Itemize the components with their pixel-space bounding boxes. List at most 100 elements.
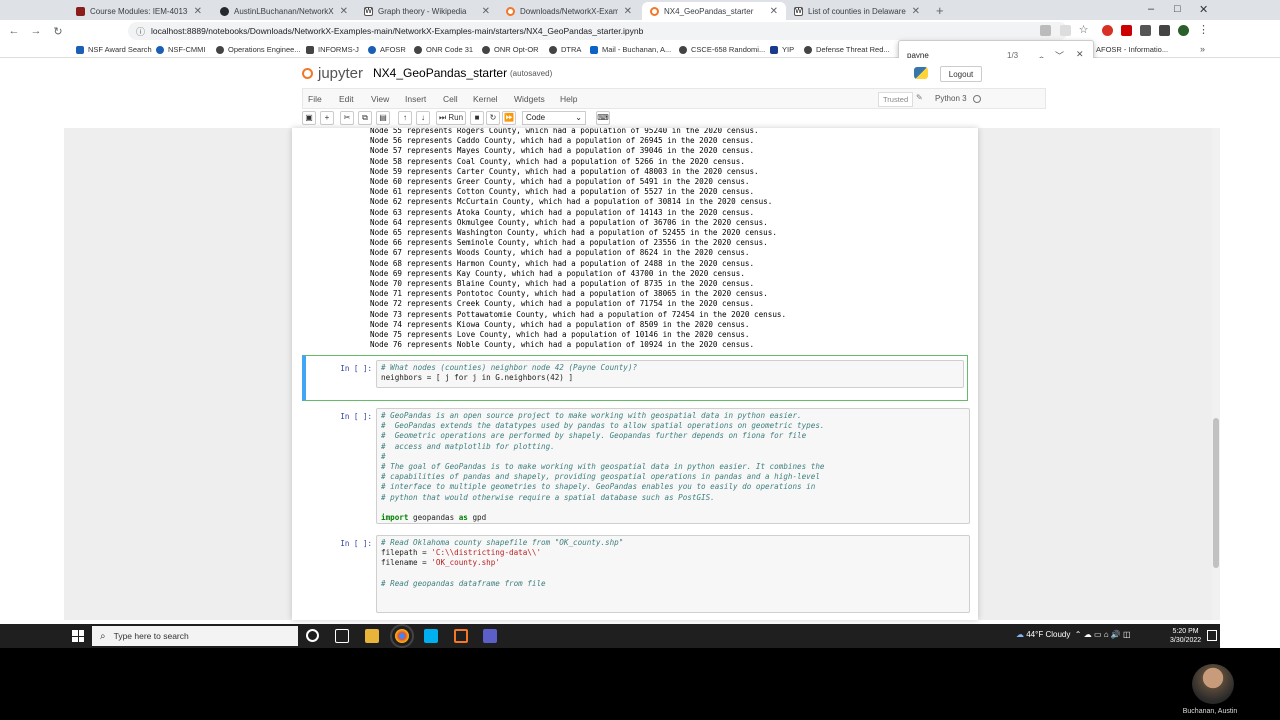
menu-kernel[interactable]: Kernel (473, 94, 498, 104)
cortana-icon[interactable] (306, 629, 319, 642)
more-bookmarks-icon[interactable]: » (1200, 44, 1205, 54)
teams-icon[interactable] (483, 629, 497, 643)
keyboard-icon[interactable]: ⌨ (596, 111, 610, 125)
forward-arrow-icon[interactable]: → (28, 25, 44, 37)
jupyter-logo[interactable]: jupyter (302, 65, 363, 82)
cut-icon[interactable]: ✂ (340, 111, 354, 125)
notebook-name[interactable]: NX4_GeoPandas_starter (373, 66, 507, 80)
chrome-icon[interactable] (390, 624, 414, 648)
close-tab-icon[interactable]: ✕ (770, 6, 778, 17)
python-logo-icon (914, 67, 928, 79)
comment-line: # capabilities of pandas and shapely, pr… (381, 472, 820, 482)
extension-icon[interactable] (1040, 25, 1051, 36)
menu-icon[interactable]: ⋮ (1198, 25, 1209, 36)
windows-start-icon[interactable] (72, 630, 84, 642)
code-cell[interactable]: In [ ]: # Read Oklahoma county shapefile… (302, 533, 970, 617)
bookmark[interactable]: AFOSR - Informatio... (1096, 45, 1168, 54)
close-tab-icon[interactable]: ✕ (340, 6, 348, 17)
bookmark[interactable]: DTRA (549, 45, 581, 54)
cell-type-select[interactable]: Code ⌄ (522, 111, 586, 125)
bookmark[interactable]: NSF Award Search (76, 45, 152, 54)
close-tab-icon[interactable]: ✕ (194, 6, 202, 17)
menu-help[interactable]: Help (560, 94, 577, 104)
puzzle-icon[interactable] (1140, 25, 1151, 36)
code-cell[interactable]: In [ ]: # GeoPandas is an open source pr… (302, 406, 970, 528)
bookmark[interactable]: AFOSR (368, 45, 406, 54)
file-explorer-icon[interactable] (365, 629, 379, 643)
move-up-icon[interactable]: ↑ (398, 111, 412, 125)
reading-list-icon[interactable] (1159, 25, 1170, 36)
share-icon[interactable] (1060, 25, 1071, 36)
menu-view[interactable]: View (371, 94, 389, 104)
profile-avatar[interactable] (1178, 25, 1189, 36)
code-input[interactable]: # What nodes (counties) neighbor node 42… (376, 360, 964, 388)
notifications-icon[interactable] (1207, 630, 1217, 641)
browser-tab[interactable]: Course Modules: IEM-4013-2453✕ (68, 2, 210, 20)
page-scrollbar[interactable] (1212, 128, 1220, 620)
bookmark[interactable]: Operations Enginee... (216, 45, 301, 54)
restart-icon[interactable]: ↻ (486, 111, 500, 125)
edit-pencil-icon[interactable]: ✎ (916, 93, 923, 102)
browser-tab-active[interactable]: NX4_GeoPandas_starter ✕ (642, 2, 786, 20)
code-cell[interactable]: In [ ]: # What nodes (counties) neighbor… (302, 355, 968, 401)
browser-tab[interactable]: W Graph theory - Wikipedia ✕ (356, 2, 498, 20)
tray-icons[interactable]: ⌃ ☁ ▭ ⌂ 🔊 ◫ (1073, 630, 1131, 639)
paste-icon[interactable]: ▤ (376, 111, 390, 125)
taskbar-search[interactable]: ⌕ Type here to search (92, 626, 298, 646)
task-view-icon[interactable] (335, 629, 349, 643)
star-icon[interactable]: ☆ (1078, 25, 1089, 36)
minimize-button[interactable]: – (1148, 3, 1154, 15)
output-line: Node 66 represents Seminole County, whic… (370, 238, 768, 248)
trusted-indicator[interactable]: Trusted (878, 92, 914, 107)
scrollbar-thumb[interactable] (1213, 418, 1219, 568)
kernel-name: Python 3 (935, 94, 967, 103)
restart-run-all-icon[interactable]: ⏩ (502, 111, 516, 125)
bookmark[interactable]: NSF-CMMI (156, 45, 206, 54)
bookmark[interactable]: YIP (770, 45, 794, 54)
close-window-button[interactable]: ✕ (1199, 3, 1208, 16)
bookmark[interactable]: Defense Threat Red... (804, 45, 890, 54)
back-arrow-icon[interactable]: ← (6, 25, 22, 37)
code-input[interactable]: # Read Oklahoma county shapefile from "O… (376, 535, 970, 613)
browser-tab[interactable]: Downloads/NetworkX-Examples✕ (498, 2, 640, 20)
interrupt-icon[interactable]: ■ (470, 111, 484, 125)
pdf-icon[interactable] (1121, 25, 1132, 36)
maximize-button[interactable]: □ (1174, 3, 1181, 15)
menu-insert[interactable]: Insert (405, 94, 426, 104)
new-tab-button[interactable]: + (936, 3, 944, 18)
info-icon[interactable]: ⓘ (136, 25, 145, 38)
bookmark[interactable]: INFORMS-J (306, 45, 359, 54)
bookmark[interactable]: ONR Opt-OR (482, 45, 539, 54)
reload-icon[interactable]: ↻ (50, 25, 66, 38)
bookmark-icon (76, 45, 84, 54)
adblock-icon[interactable] (1102, 25, 1113, 36)
bookmark[interactable]: Mail - Buchanan, A... (590, 45, 671, 54)
bookmark[interactable]: ONR Code 31 (414, 45, 473, 54)
save-icon[interactable]: ▣ (302, 111, 316, 125)
bookmark[interactable]: CSCE-658 Randomi... (679, 45, 765, 54)
close-tab-icon[interactable]: ✕ (482, 6, 490, 17)
skype-icon[interactable] (424, 629, 438, 643)
clock[interactable]: 5:20 PM 3/30/2022 (1170, 627, 1201, 645)
menu-widgets[interactable]: Widgets (514, 94, 545, 104)
move-down-icon[interactable]: ↓ (416, 111, 430, 125)
menubar-container: File Edit View Insert Cell Kernel Widget… (302, 88, 1046, 109)
save-status: (autosaved) (510, 69, 553, 78)
run-icon: ⏭ (438, 113, 447, 122)
copy-icon[interactable]: ⧉ (358, 111, 372, 125)
menu-edit[interactable]: Edit (339, 94, 354, 104)
output-line: Node 71 represents Pontotoc County, whic… (370, 289, 768, 299)
menu-file[interactable]: File (308, 94, 322, 104)
code-input[interactable]: # GeoPandas is an open source project to… (376, 408, 970, 524)
browser-tab[interactable]: AustinLBuchanan/NetworkX-Exa✕ (212, 2, 356, 20)
add-cell-icon[interactable]: + (320, 111, 334, 125)
close-tab-icon[interactable]: ✕ (624, 6, 632, 17)
menu-cell[interactable]: Cell (443, 94, 458, 104)
jupyter-app-icon[interactable] (454, 629, 468, 643)
run-button[interactable]: ⏭ Run (436, 111, 466, 125)
close-tab-icon[interactable]: ✕ (912, 6, 920, 17)
output-line: Node 57 represents Mayes County, which h… (370, 146, 755, 156)
address-bar[interactable]: ⓘ localhost:8889/notebooks/Downloads/Net… (128, 22, 1068, 40)
browser-tab[interactable]: W List of counties in Delaware - Wi✕ (786, 2, 928, 20)
logout-button[interactable]: Logout (940, 66, 982, 82)
